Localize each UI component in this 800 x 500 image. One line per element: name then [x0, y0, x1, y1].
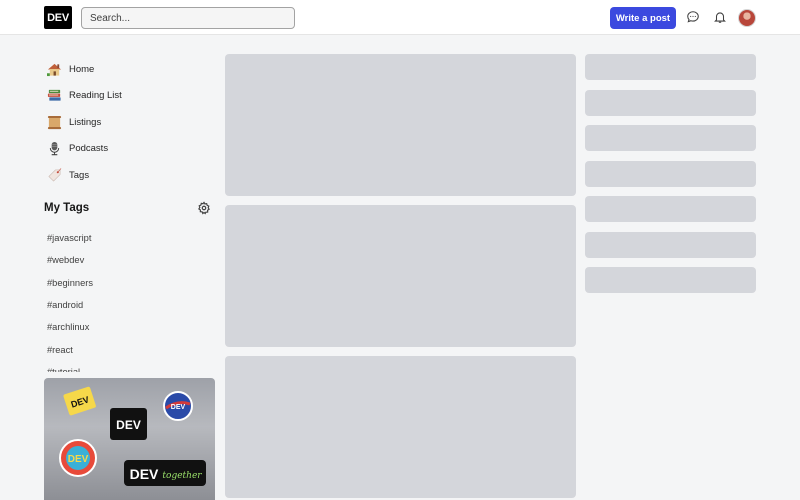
right-sidebar-skeleton [585, 161, 756, 187]
tag-link[interactable]: #webdev [44, 249, 214, 271]
sidebar-item-label: Home [69, 63, 95, 75]
sidebar-item-reading-list[interactable]: Reading List [44, 83, 214, 110]
avatar[interactable] [738, 9, 756, 27]
right-sidebar-skeleton [585, 54, 756, 80]
gear-icon[interactable] [197, 201, 211, 215]
sidebar-item-tags[interactable]: Tags [44, 162, 214, 189]
microphone-icon [46, 141, 62, 157]
sidebar-nav: Home Reading List Listings Podcasts Tags [44, 56, 214, 189]
tag-icon [46, 167, 62, 183]
tag-link[interactable]: #tutorial [44, 361, 214, 372]
sidebar-item-label: Podcasts [69, 143, 109, 155]
sidebar-item-listings[interactable]: Listings [44, 109, 214, 136]
right-sidebar-skeleton [585, 267, 756, 293]
sidebar-item-label: Tags [69, 169, 90, 181]
write-post-button[interactable]: Write a post [610, 7, 676, 29]
tag-link[interactable]: #android [44, 294, 214, 316]
tag-link[interactable]: #beginners [44, 272, 214, 294]
sidebar-item-podcasts[interactable]: Podcasts [44, 136, 214, 163]
feed-card-skeleton [225, 356, 576, 498]
chat-bubble-icon[interactable] [686, 10, 700, 24]
my-tags-list: #javascript #webdev #beginners #android … [44, 227, 214, 372]
feed-card-skeleton [225, 54, 576, 196]
my-tags-header: My Tags [44, 199, 214, 217]
house-icon [46, 61, 62, 77]
bell-icon[interactable] [713, 10, 727, 24]
search-input[interactable] [81, 7, 295, 29]
right-sidebar-skeleton [585, 232, 756, 258]
sponsor-banner-image[interactable]: DEV DEV DEV DEV DEV together [44, 378, 215, 500]
right-sidebar-skeleton [585, 196, 756, 222]
sidebar-item-label: Listings [69, 116, 102, 128]
tag-link[interactable]: #react [44, 338, 214, 360]
scroll-icon [46, 114, 62, 130]
my-tags-title: My Tags [44, 202, 90, 214]
tag-link[interactable]: #javascript [44, 227, 214, 249]
right-sidebar-skeleton [585, 125, 756, 151]
right-sidebar-skeleton [585, 90, 756, 116]
sticker-together-script: together [162, 471, 202, 481]
sticker-dev-black: DEV [116, 418, 141, 432]
sidebar-item-label: Reading List [69, 90, 122, 102]
sidebar-item-home[interactable]: Home [44, 56, 214, 83]
feed-card-skeleton [225, 205, 576, 347]
tag-link[interactable]: #archlinux [44, 316, 214, 338]
books-icon [46, 88, 62, 104]
sticker-dev-together: DEV [130, 466, 159, 482]
top-header: DEV Write a post [0, 0, 800, 35]
sticker-dev-retro: DEV [68, 454, 89, 465]
sticker-dev-round: DEV [171, 404, 186, 411]
dev-logo[interactable]: DEV [44, 6, 72, 29]
sticker-laptop-illustration: DEV DEV DEV DEV DEV together [59, 386, 206, 486]
